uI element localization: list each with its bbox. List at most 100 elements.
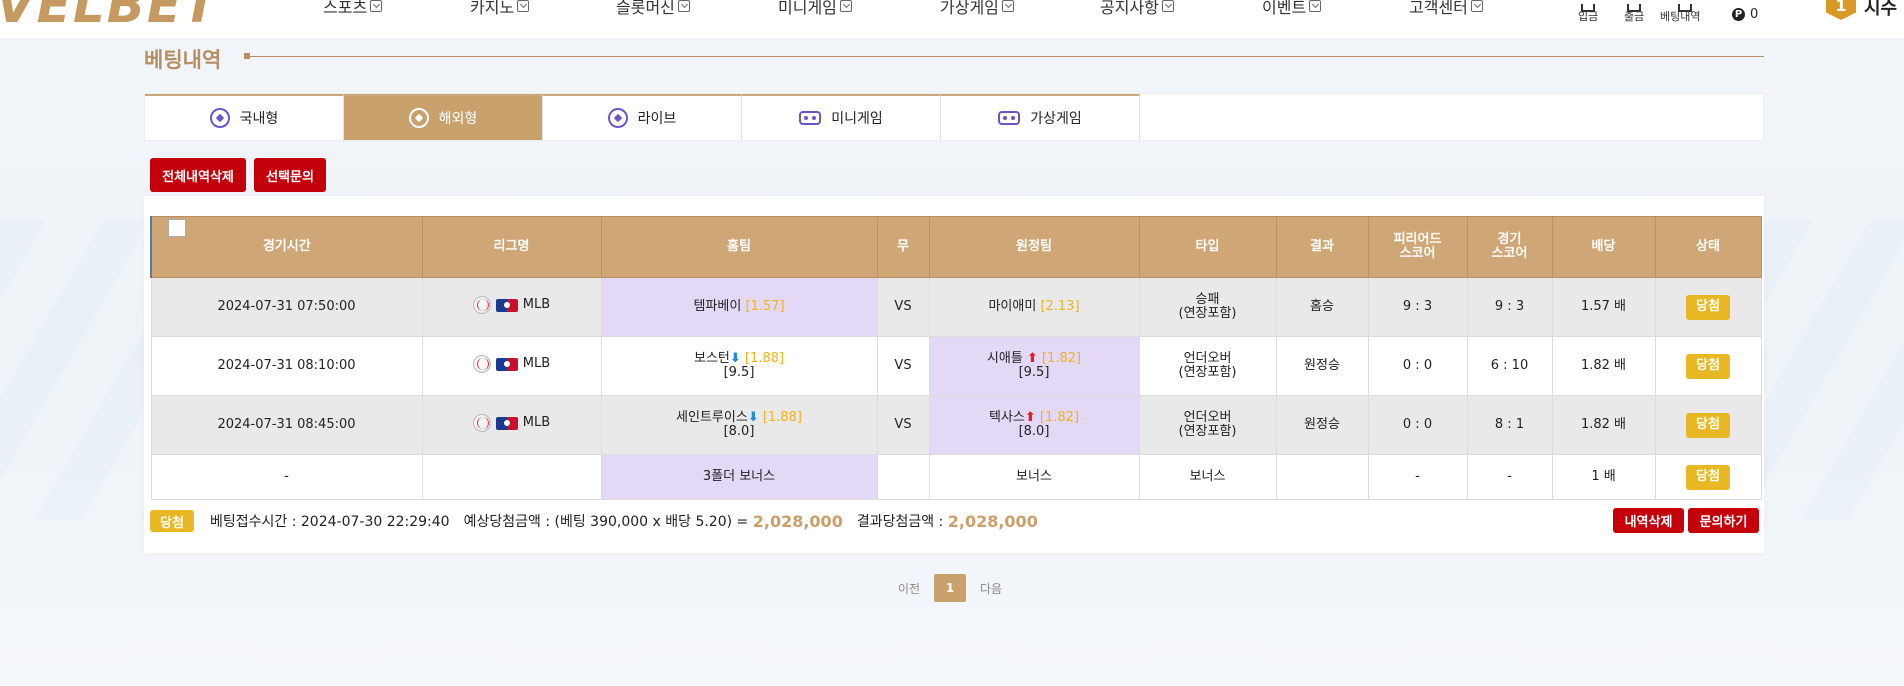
col-time: 경기시간: [150, 216, 423, 278]
col-game-score: 경기 스코어: [1466, 216, 1553, 278]
result-win-amount: 2,028,000: [947, 511, 1038, 531]
baseball-icon: [472, 296, 491, 314]
chevron-down-icon: [839, 0, 852, 12]
bet-history-link[interactable]: 베팅내역: [1660, 4, 1700, 24]
result-cell: [1275, 454, 1369, 500]
baseball-icon: [472, 355, 491, 373]
odds-cell: 1 배: [1551, 454, 1656, 500]
period-score-cell: -: [1367, 454, 1468, 500]
withdraw-link[interactable]: 출금: [1624, 4, 1644, 24]
inquire-button[interactable]: 문의하기: [1688, 508, 1759, 533]
table-row: 2024-07-31 07:50:00 MLB 템파베이 [1.57] VS 마…: [150, 277, 1762, 337]
result-cell: 원정승: [1275, 336, 1369, 396]
user-name[interactable]: 시수: [1864, 0, 1897, 20]
withdraw-icon: [1627, 4, 1641, 12]
mlb-logo-icon: [495, 416, 518, 430]
league-cell: [421, 454, 602, 500]
nav-virtual[interactable]: 가상게임: [940, 0, 1014, 18]
nav-slot[interactable]: 슬롯머신: [616, 0, 690, 18]
arrow-up-icon: ⬆: [1024, 410, 1036, 425]
nav-minigame[interactable]: 미니게임: [778, 0, 852, 18]
col-league: 리그명: [421, 216, 602, 278]
deposit-icon: [1581, 4, 1595, 12]
prev-page-link[interactable]: 이전: [892, 580, 926, 597]
arrow-up-icon: ⬆: [1026, 351, 1038, 366]
nav-sports[interactable]: 스포츠: [323, 0, 383, 18]
soccer-icon: [408, 108, 429, 128]
tab-live[interactable]: 라이브: [543, 94, 742, 140]
match-time: -: [150, 454, 423, 500]
game-score-cell: 9 : 3: [1466, 277, 1553, 337]
away-team-cell: 마이애미 [2.13]: [928, 277, 1140, 337]
title-divider: [244, 56, 1764, 57]
league-cell: MLB: [421, 395, 602, 455]
home-team-cell: 보스턴⬇ [1.88] [9.5]: [600, 336, 878, 396]
status-badge: 당첨: [1686, 353, 1730, 379]
draw-cell: VS: [876, 277, 930, 337]
chevron-down-icon: [677, 0, 690, 12]
tab-domestic[interactable]: 국내형: [145, 94, 344, 140]
status-badge: 당첨: [1686, 412, 1730, 438]
match-time: 2024-07-31 07:50:00: [150, 277, 423, 337]
away-team-cell: 시애틀 ⬆ [1.82] [9.5]: [928, 336, 1140, 396]
bet-type-cell: 보너스: [1138, 454, 1277, 500]
tab-overseas[interactable]: 해외형: [344, 94, 543, 140]
draw-cell: VS: [876, 336, 930, 396]
nav-support[interactable]: 고객센터: [1409, 0, 1483, 18]
arrow-down-icon: ⬇: [729, 351, 741, 366]
chevron-down-icon: [370, 0, 383, 12]
bet-history-panel: 경기시간 리그명 홈팀 무 원정팀 타입 결과 피리어드 스코어 경기 스코어 …: [144, 196, 1764, 553]
arrow-down-icon: ⬇: [747, 410, 759, 425]
soccer-icon: [209, 108, 230, 128]
baseball-icon: [472, 414, 491, 432]
gamepad-icon: [799, 111, 822, 125]
odds-cell: 1.57 배: [1551, 277, 1656, 337]
nav-event[interactable]: 이벤트: [1262, 0, 1322, 18]
col-result: 결과: [1275, 216, 1369, 278]
game-score-cell: -: [1466, 454, 1553, 500]
home-team-cell: 세인트루이스⬇ [1.88] [8.0]: [600, 395, 878, 455]
col-period-score: 피리어드 스코어: [1367, 216, 1468, 278]
site-logo[interactable]: VELBET: [0, 0, 219, 30]
tab-minigame[interactable]: 미니게임: [742, 94, 941, 140]
mlb-logo-icon: [495, 298, 518, 312]
table-header-row: 경기시간 리그명 홈팀 무 원정팀 타입 결과 피리어드 스코어 경기 스코어 …: [150, 216, 1762, 278]
receipt-time: 베팅접수시간 : 2024-07-30 22:29:40: [210, 514, 450, 530]
home-team-cell: 템파베이 [1.57]: [600, 277, 878, 337]
tab-virtual[interactable]: 가상게임: [941, 94, 1140, 140]
odds-cell: 1.82 배: [1551, 336, 1656, 396]
home-team-cell: 3폴더 보너스: [600, 454, 878, 500]
point-balance: P0: [1732, 7, 1758, 22]
col-draw: 무: [876, 216, 930, 278]
odds-cell: 1.82 배: [1551, 395, 1656, 455]
expected-win-amount: 2,028,000: [752, 511, 843, 531]
period-score-cell: 0 : 0: [1367, 395, 1468, 455]
summary-status-badge: 당첨: [150, 510, 194, 532]
match-time: 2024-07-31 08:10:00: [150, 336, 423, 396]
result-win-label: 결과당첨금액 :: [856, 514, 944, 530]
mlb-logo-icon: [495, 357, 518, 371]
bet-summary: 당첨 베팅접수시간 : 2024-07-30 22:29:40 예상당첨금액 :…: [150, 510, 1038, 532]
result-cell: 원정승: [1275, 395, 1369, 455]
inquire-selected-button[interactable]: 선택문의: [254, 158, 326, 192]
delete-history-button[interactable]: 내역삭제: [1613, 508, 1684, 533]
col-type: 타입: [1138, 216, 1277, 278]
next-page-link[interactable]: 다음: [974, 580, 1008, 597]
col-away: 원정팀: [928, 216, 1140, 278]
nav-notice[interactable]: 공지사항: [1100, 0, 1174, 18]
bet-table: 경기시간 리그명 홈팀 무 원정팀 타입 결과 피리어드 스코어 경기 스코어 …: [150, 216, 1762, 500]
bet-type-cell: 언더오버 (연장포함): [1138, 336, 1277, 396]
period-score-cell: 9 : 3: [1367, 277, 1468, 337]
chevron-down-icon: [1001, 0, 1014, 12]
level-badge: 1: [1826, 0, 1856, 20]
game-score-cell: 6 : 10: [1466, 336, 1553, 396]
page-number-current[interactable]: 1: [934, 574, 966, 602]
col-home: 홈팀: [600, 216, 878, 278]
nav-casino[interactable]: 카지노: [470, 0, 530, 18]
select-all-checkbox[interactable]: [168, 219, 186, 237]
bet-type-tabs: 국내형 해외형 라이브 미니게임 가상게임: [144, 93, 1764, 141]
col-status: 상태: [1654, 216, 1762, 278]
delete-all-button[interactable]: 전체내역삭제: [150, 158, 246, 192]
soccer-icon: [607, 108, 628, 128]
deposit-link[interactable]: 입금: [1578, 4, 1598, 24]
